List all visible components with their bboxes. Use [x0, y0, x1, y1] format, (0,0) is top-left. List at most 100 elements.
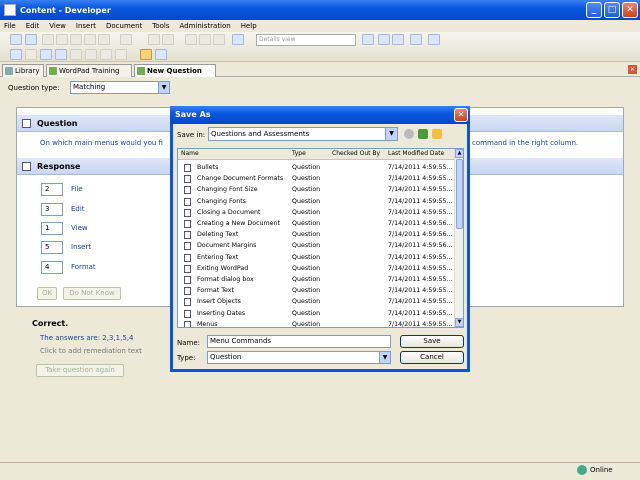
- file-name: Changing Font Size: [197, 186, 258, 194]
- open-icon[interactable]: [10, 34, 22, 45]
- maximize-button[interactable]: □: [604, 2, 620, 18]
- collapse-icon[interactable]: [22, 162, 31, 171]
- tab-wordpad-training[interactable]: WordPad Training: [46, 64, 132, 77]
- back-icon[interactable]: [404, 129, 414, 139]
- edit-pencil-icon[interactable]: [140, 49, 152, 60]
- file-name: Exiting WordPad: [197, 264, 249, 272]
- view-select[interactable]: Details view: [256, 34, 356, 46]
- view-details-icon[interactable]: [362, 34, 374, 45]
- match-input[interactable]: 5: [41, 241, 63, 254]
- menu-insert[interactable]: Insert: [76, 22, 96, 30]
- match-input[interactable]: 1: [41, 222, 63, 235]
- chevron-down-icon[interactable]: ▼: [385, 128, 397, 140]
- options-icon[interactable]: [428, 34, 440, 45]
- tab-library[interactable]: Library: [2, 64, 44, 77]
- menu-file[interactable]: File: [4, 22, 16, 30]
- list-item[interactable]: Change Document Formats Question 7/14/2011…: [178, 174, 455, 185]
- dialog-close-button[interactable]: ✕: [454, 108, 468, 122]
- list-item[interactable]: Format Text Question 7/14/2011 4:59:55...: [178, 286, 455, 297]
- menu-tools[interactable]: Tools: [152, 22, 169, 30]
- close-tab-icon[interactable]: ✕: [628, 65, 637, 74]
- list-item[interactable]: Exiting WordPad Question 7/14/2011 4:59:55…: [178, 264, 455, 275]
- close-button[interactable]: ✕: [622, 2, 638, 18]
- column-type[interactable]: Type: [292, 150, 306, 157]
- list-item[interactable]: Format dialog box Question 7/14/2011 4:59:…: [178, 275, 455, 286]
- nav-first-icon[interactable]: [10, 49, 22, 60]
- file-name: Closing a Document: [197, 208, 261, 216]
- list-item[interactable]: Document Margins Question 7/14/2011 4:59:5…: [178, 241, 455, 252]
- match-input[interactable]: 2: [41, 183, 63, 196]
- up-folder-icon[interactable]: [418, 129, 428, 139]
- list-item[interactable]: Creating a New Document Question 7/14/2011…: [178, 219, 455, 230]
- cut2-icon[interactable]: [120, 34, 132, 45]
- list-item[interactable]: Insert Objects Question 7/14/2011 4:59:55.…: [178, 297, 455, 308]
- indent-icon[interactable]: [185, 34, 197, 45]
- list-item[interactable]: Menus Question 7/14/2011 4:59:55...: [178, 320, 455, 327]
- file-list[interactable]: Name Type Checked Out By Last Modified D…: [177, 148, 464, 328]
- menu-edit[interactable]: Edit: [26, 22, 40, 30]
- nav-up-icon[interactable]: [40, 49, 52, 60]
- file-type: Question: [292, 220, 321, 227]
- preview-icon[interactable]: [55, 49, 67, 60]
- publish-icon[interactable]: [410, 34, 422, 45]
- vertical-scrollbar[interactable]: ▲ ▼: [454, 149, 463, 327]
- cancel-button[interactable]: Cancel: [400, 351, 464, 364]
- delete-icon[interactable]: [98, 34, 110, 45]
- save-button[interactable]: Save: [400, 335, 464, 348]
- list-item[interactable]: Closing a Document Question 7/14/2011 4:59…: [178, 208, 455, 219]
- menu-help[interactable]: Help: [241, 22, 257, 30]
- name-input[interactable]: Menu Commands: [207, 335, 391, 348]
- collapse-icon[interactable]: [22, 119, 31, 128]
- redo-icon[interactable]: [162, 34, 174, 45]
- column-date[interactable]: Last Modified Date: [388, 150, 444, 157]
- spellcheck-icon[interactable]: [155, 49, 167, 60]
- list-item[interactable]: Entering Text Question 7/14/2011 4:59:55..…: [178, 253, 455, 264]
- help-icon[interactable]: [232, 34, 244, 45]
- menu-document[interactable]: Document: [106, 22, 142, 30]
- list-item[interactable]: Deleting Text Question 7/14/2011 4:59:56..…: [178, 230, 455, 241]
- ok-button[interactable]: OK: [37, 287, 57, 300]
- nav-down-icon[interactable]: [100, 49, 112, 60]
- chevron-down-icon[interactable]: ▼: [379, 352, 390, 363]
- list-item[interactable]: Changing Font Size Question 7/14/2011 4:59…: [178, 185, 455, 196]
- save-in-select[interactable]: Questions and Assessments ▼: [208, 127, 398, 141]
- scroll-up-icon[interactable]: ▲: [455, 149, 463, 158]
- match-input[interactable]: 3: [41, 203, 63, 216]
- outdent-icon[interactable]: [199, 34, 211, 45]
- cut-icon[interactable]: [42, 34, 54, 45]
- type-select[interactable]: Question ▼: [207, 351, 391, 364]
- menu-administration[interactable]: Administration: [180, 22, 231, 30]
- view-split-icon[interactable]: [378, 34, 390, 45]
- nav-last-icon[interactable]: [115, 49, 127, 60]
- nav-next-icon[interactable]: [85, 49, 97, 60]
- move-icon[interactable]: [213, 34, 225, 45]
- nav-prev-icon[interactable]: [70, 49, 82, 60]
- undo-icon[interactable]: [148, 34, 160, 45]
- view-columns-icon[interactable]: [392, 34, 404, 45]
- find-icon[interactable]: [84, 34, 96, 45]
- column-checked-out[interactable]: Checked Out By: [332, 150, 380, 157]
- question-type-select[interactable]: Matching ▼: [70, 81, 170, 94]
- list-item[interactable]: Bullets Question 7/14/2011 4:59:55...: [178, 163, 455, 174]
- column-name[interactable]: Name: [181, 150, 199, 157]
- list-item[interactable]: Inserting Dates Question 7/14/2011 4:59:55…: [178, 309, 455, 320]
- do-not-know-button[interactable]: Do Not Know: [63, 287, 121, 300]
- scroll-thumb[interactable]: [456, 159, 463, 229]
- save-icon[interactable]: [25, 34, 37, 45]
- match-input[interactable]: 4: [41, 261, 63, 274]
- paste-icon[interactable]: [70, 34, 82, 45]
- new-folder-icon[interactable]: [432, 129, 442, 139]
- minimize-button[interactable]: _: [586, 2, 602, 18]
- chevron-down-icon[interactable]: ▼: [158, 82, 169, 93]
- scroll-down-icon[interactable]: ▼: [455, 318, 463, 327]
- remediation-text[interactable]: Click to add remediation text: [40, 347, 142, 355]
- tab-new-question[interactable]: New Question: [134, 64, 216, 78]
- nav-back-icon[interactable]: [25, 49, 37, 60]
- file-date: 7/14/2011 4:59:55...: [388, 164, 453, 171]
- menu-view[interactable]: View: [49, 22, 66, 30]
- file-type: Question: [292, 197, 321, 205]
- copy-icon[interactable]: [56, 34, 68, 45]
- file-type: Question: [292, 242, 321, 250]
- retake-button[interactable]: Take question again: [36, 364, 124, 377]
- list-item[interactable]: Changing Fonts Question 7/14/2011 4:59:55.…: [178, 197, 455, 208]
